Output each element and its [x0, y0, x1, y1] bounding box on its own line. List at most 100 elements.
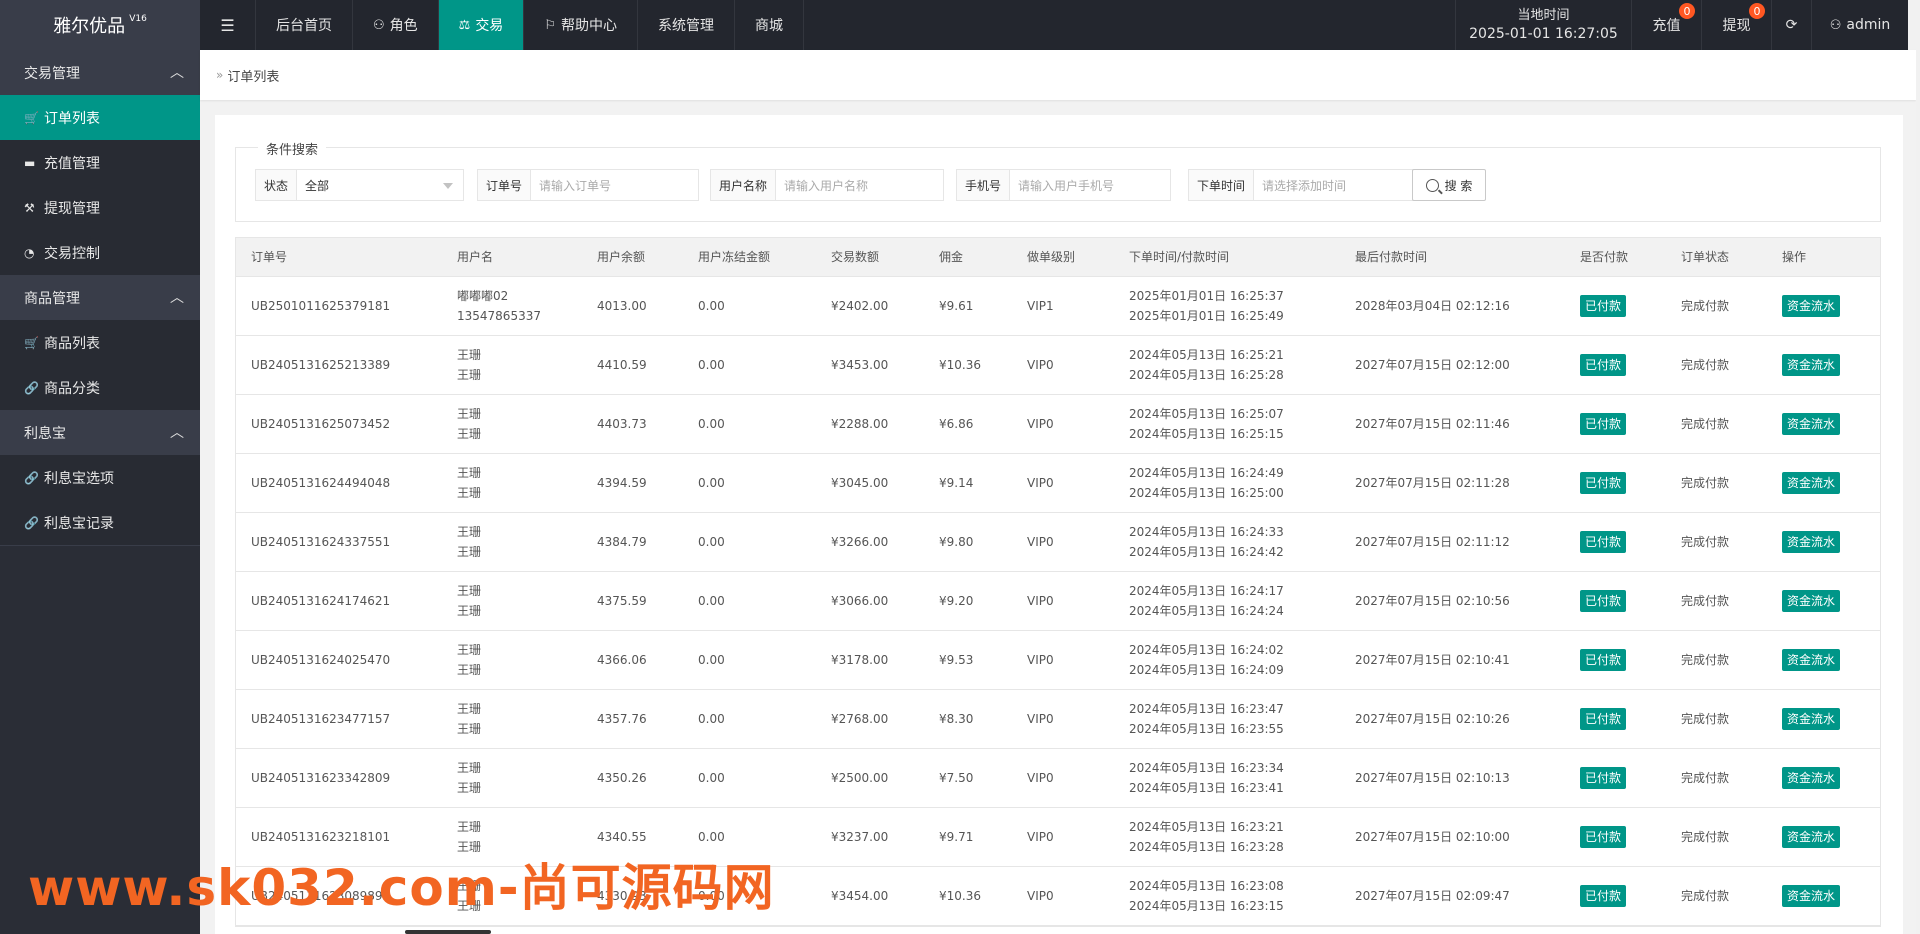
- breadcrumb: » 订单列表: [200, 50, 1916, 100]
- nav-system[interactable]: 系统管理: [638, 0, 735, 50]
- sidebar-toggle-button[interactable]: ☰: [200, 0, 256, 50]
- table-row: UB2405131625073452 王珊 王珊 4403.73 0.00 ¥2288.0…: [236, 395, 1880, 454]
- paid-cell: 已付款: [1565, 295, 1666, 317]
- order-number-input[interactable]: 请输入订单号: [531, 170, 698, 200]
- nav-home[interactable]: 后台首页: [256, 0, 353, 50]
- horizontal-scroll-thumb[interactable]: [405, 930, 491, 934]
- phone-field[interactable]: 手机号 请输入用户手机号: [956, 169, 1171, 201]
- fund-flow-button[interactable]: 资金流水: [1782, 649, 1841, 671]
- sidebar-item-withdraw[interactable]: ⚒ 提现管理: [0, 185, 200, 230]
- order-time: 2025年01月01日 16:25:37: [1129, 289, 1284, 303]
- username-label: 用户名称: [711, 170, 777, 200]
- nav-trade[interactable]: ⚖ 交易: [438, 0, 525, 50]
- sidebar-item-trade-control[interactable]: ◔ 交易控制: [0, 230, 200, 275]
- pay-time: 2024年05月13日 16:23:55: [1129, 722, 1284, 736]
- sidebar-group-interest[interactable]: 利息宝 ︿: [0, 410, 200, 455]
- trade-amount: ¥2402.00: [831, 299, 889, 313]
- balance: 4384.79: [597, 535, 647, 549]
- order-pay-time: 2024年05月13日 16:23:34 2024年05月13日 16:23:41: [1114, 758, 1340, 798]
- username-line1: 王珊: [457, 525, 482, 539]
- commission: ¥9.53: [939, 653, 974, 667]
- search-icon: [1425, 178, 1439, 192]
- order-status: 完成付款: [1681, 476, 1730, 490]
- hammer-icon: ⚒: [24, 200, 35, 215]
- sidebar-item-interest-records[interactable]: 🔗 利息宝记录: [0, 500, 200, 545]
- fund-flow-button[interactable]: 资金流水: [1782, 413, 1841, 435]
- username-line1: 王珊: [457, 407, 482, 421]
- order-status: 完成付款: [1681, 653, 1730, 667]
- sidebar-item-goods-category[interactable]: 🔗 商品分类: [0, 365, 200, 410]
- paid-cell: 已付款: [1565, 354, 1666, 376]
- fund-flow-button[interactable]: 资金流水: [1782, 708, 1841, 730]
- status-select[interactable]: 状态 全部: [255, 169, 464, 201]
- phone-input[interactable]: 请输入用户手机号: [1010, 170, 1170, 200]
- username-line2: 王珊: [457, 604, 482, 618]
- fund-flow-button[interactable]: 资金流水: [1782, 590, 1841, 612]
- trade-amount: ¥2500.00: [831, 771, 889, 785]
- fund-flow-button[interactable]: 资金流水: [1782, 472, 1841, 494]
- username-line2: 王珊: [457, 663, 482, 677]
- sidebar-group-trade[interactable]: 交易管理 ︿: [0, 50, 200, 95]
- order-time-input[interactable]: 请选择添加时间: [1254, 170, 1421, 200]
- col-username: 用户名: [457, 250, 494, 264]
- sidebar-item-order-list[interactable]: 🛒 订单列表: [0, 95, 200, 140]
- col-level: 做单级别: [1027, 250, 1076, 264]
- chevron-up-icon: ︿: [170, 290, 184, 306]
- refresh-button[interactable]: ⟳: [1771, 0, 1811, 50]
- vip-level: VIP0: [1027, 889, 1054, 903]
- menu-fold-icon: ☰: [220, 15, 235, 35]
- username-cell: 王珊 王珊: [442, 522, 582, 562]
- search-button[interactable]: 搜 索: [1412, 169, 1486, 201]
- user-menu[interactable]: ⚇ admin: [1811, 0, 1908, 50]
- nav-role[interactable]: ⚇ 角色: [353, 0, 439, 50]
- commission: ¥9.71: [939, 830, 974, 844]
- username-line1: 王珊: [457, 348, 482, 362]
- scale-icon: ⚖: [458, 17, 471, 33]
- username-cell: 王珊 王珊: [442, 581, 582, 621]
- fund-flow-button[interactable]: 资金流水: [1782, 531, 1841, 553]
- cart-icon: 🛒: [24, 335, 39, 350]
- username-cell: 王珊 王珊: [442, 345, 582, 385]
- app-logo[interactable]: 雅尔优品 V16: [0, 0, 200, 50]
- balance: 4403.73: [597, 417, 647, 431]
- username-field[interactable]: 用户名称 请输入用户名称: [710, 169, 944, 201]
- top-right-area: 当地时间 2025-01-01 16:27:05 充值 0 提现 0 ⟳ ⚇ a…: [1455, 0, 1920, 50]
- col-paid: 是否付款: [1580, 250, 1629, 264]
- paid-badge: 已付款: [1580, 826, 1627, 848]
- sidebar-item-interest-options[interactable]: 🔗 利息宝选项: [0, 455, 200, 500]
- sidebar-item-goods-list[interactable]: 🛒 商品列表: [0, 320, 200, 365]
- order-status: 完成付款: [1681, 417, 1730, 431]
- sidebar-item-label: 充值管理: [44, 155, 100, 172]
- order-status: 完成付款: [1681, 594, 1730, 608]
- username-input[interactable]: 请输入用户名称: [776, 170, 943, 200]
- fund-flow-button[interactable]: 资金流水: [1782, 767, 1841, 789]
- frozen-amount: 0.00: [698, 358, 725, 372]
- last-pay-time: 2027年07月15日 02:10:00: [1355, 830, 1510, 844]
- trade-amount: ¥3178.00: [831, 653, 889, 667]
- order-id: UB2405131623342809: [251, 771, 391, 785]
- nav-mall[interactable]: 商城: [735, 0, 804, 50]
- balance: 4394.59: [597, 476, 647, 490]
- order-pay-time: 2024年05月13日 16:24:17 2024年05月13日 16:24:24: [1114, 581, 1340, 621]
- fund-flow-button[interactable]: 资金流水: [1782, 354, 1841, 376]
- sidebar-item-recharge[interactable]: ▬ 充值管理: [0, 140, 200, 185]
- username-cell: 王珊 王珊: [442, 758, 582, 798]
- dashboard-icon: ◔: [24, 245, 35, 260]
- paid-badge: 已付款: [1580, 413, 1627, 435]
- username-line2: 王珊: [457, 427, 482, 441]
- frozen-amount: 0.00: [698, 830, 725, 844]
- withdraw-button[interactable]: 提现 0: [1701, 0, 1771, 50]
- recharge-button[interactable]: 充值 0: [1631, 0, 1701, 50]
- page-scrollbar[interactable]: [1916, 50, 1920, 934]
- breadcrumb-current[interactable]: 订单列表: [227, 66, 279, 85]
- order-number-field[interactable]: 订单号 请输入订单号: [477, 169, 699, 201]
- app-version: V16: [129, 14, 147, 24]
- fund-flow-button[interactable]: 资金流水: [1782, 295, 1841, 317]
- order-time-field[interactable]: 下单时间 请选择添加时间: [1188, 169, 1422, 201]
- sidebar-group-goods[interactable]: 商品管理 ︿: [0, 275, 200, 320]
- fund-flow-button[interactable]: 资金流水: [1782, 885, 1841, 907]
- order-status: 完成付款: [1681, 830, 1730, 844]
- nav-help[interactable]: ⚐ 帮助中心: [524, 0, 638, 50]
- fund-flow-button[interactable]: 资金流水: [1782, 826, 1841, 848]
- pay-time: 2024年05月13日 16:23:15: [1129, 899, 1284, 913]
